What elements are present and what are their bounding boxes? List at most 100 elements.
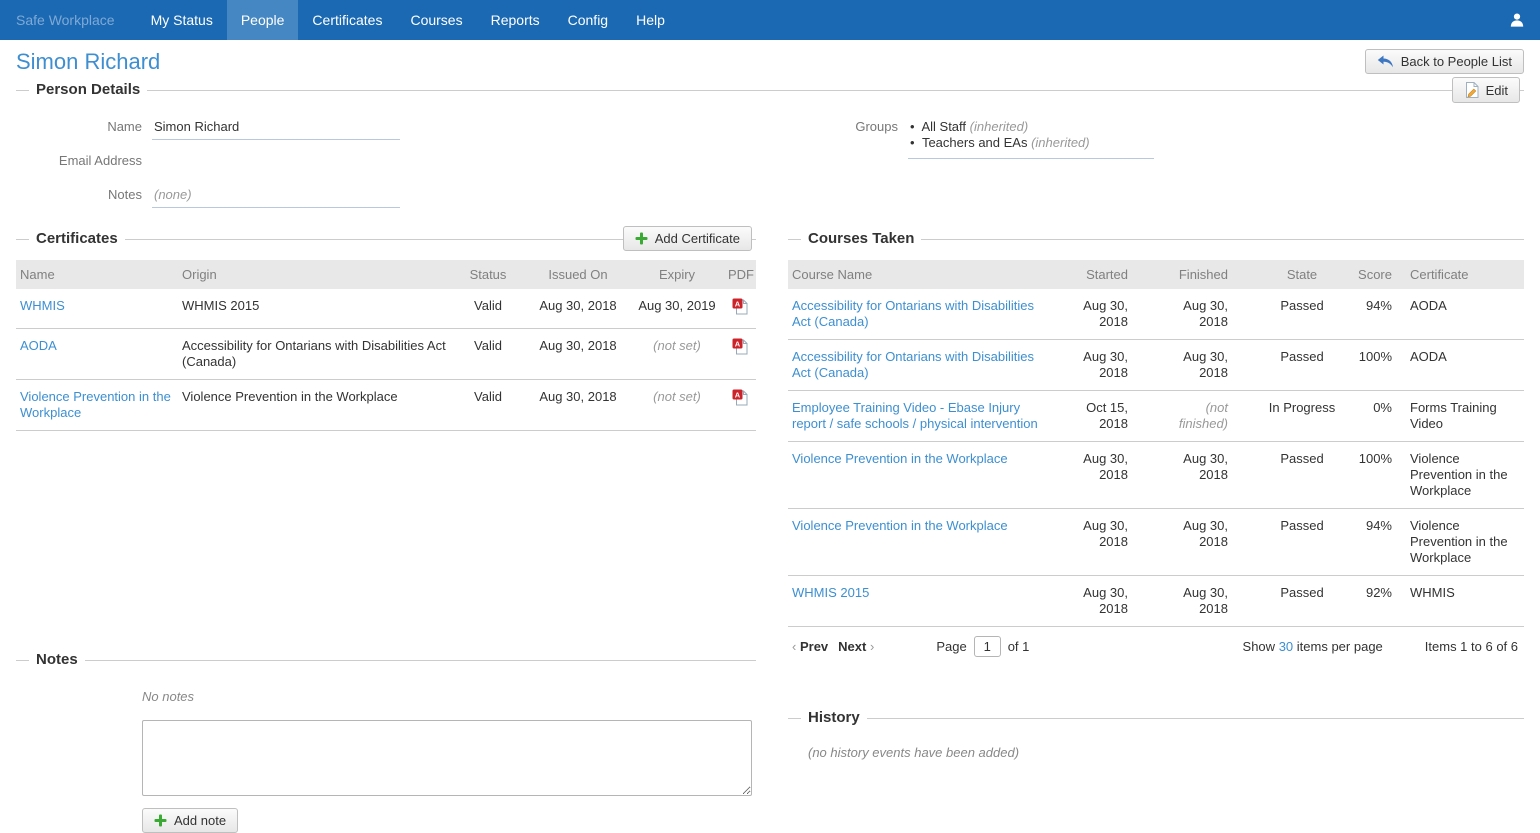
back-to-people-list-button[interactable]: Back to People List [1364,49,1524,74]
certificate-row: WHMIS WHMIS 2015 Valid Aug 30, 2018 Aug … [16,289,756,329]
status-cell: Valid [450,379,526,431]
score-cell: 92% [1350,575,1406,627]
person-details-form: Name Simon Richard Email Address Notes (… [16,116,756,218]
items-per-page: Show 30 items per page [1242,639,1383,654]
certificate-link[interactable]: AODA [20,338,57,353]
left-column: Certificates Add Certificate Name Origin… [16,226,756,833]
col-course-name: Course Name [788,260,1053,289]
pdf-icon[interactable]: A [732,298,748,315]
pdf-cell: A [724,379,756,431]
started-cell: Aug 30, 2018 [1053,289,1150,340]
score-cell: 100% [1350,441,1406,509]
add-certificate-button[interactable]: Add Certificate [622,226,752,251]
person-details-section: Person Details Edit Name Simon Richard E… [0,77,1540,224]
finished-cell: Aug 30, 2018 [1150,441,1254,509]
name-label: Name [107,119,142,134]
certificate-name-cell: AODA [16,328,178,380]
course-name-cell: WHMIS 2015 [788,575,1053,627]
items-range-label: Items 1 to 6 of 6 [1424,639,1518,654]
notes-legend: Notes [29,651,85,668]
finished-cell: (not finished) [1150,390,1254,442]
nav-item-my-status[interactable]: My Status [137,0,227,40]
finished-cell: Aug 30, 2018 [1150,289,1254,340]
course-link[interactable]: Employee Training Video - Ebase Injury r… [792,400,1038,431]
pdf-cell: A [724,289,756,329]
certificate-row: AODA Accessibility for Ontarians with Di… [16,328,756,380]
certificates-section: Certificates Add Certificate Name Origin… [16,226,756,431]
nav-item-courses[interactable]: Courses [396,0,476,40]
history-section: History (no history events have been add… [788,705,1524,760]
origin-cell: Violence Prevention in the Workplace [178,379,450,431]
nav-item-certificates[interactable]: Certificates [298,0,396,40]
add-note-button[interactable]: Add note [142,808,239,833]
started-cell: Aug 30, 2018 [1053,441,1150,509]
course-name-cell: Accessibility for Ontarians with Disabil… [788,289,1053,340]
col-status: Status [450,260,526,289]
page-of-label: of 1 [1007,639,1030,654]
certificate-cell: Violence Prevention in the Workplace [1406,441,1524,509]
svg-text:A: A [735,299,741,308]
prev-page-button[interactable]: ‹ Prev [792,639,828,654]
expiry-cell: (not set) [630,328,724,380]
certificates-table: Name Origin Status Issued On Expiry PDF … [16,260,756,431]
expiry-cell: Aug 30, 2019 [630,289,724,329]
courses-table: Course Name Started Finished State Score… [788,260,1524,627]
nav-item-reports[interactable]: Reports [477,0,554,40]
pdf-icon[interactable]: A [732,389,748,406]
next-page-button[interactable]: Next › [838,639,874,654]
page-label: Page [936,639,967,654]
courses-taken-section: Courses Taken Course Name Started Finish… [788,226,1524,663]
certificate-name-cell: WHMIS [16,289,178,329]
started-cell: Aug 30, 2018 [1053,508,1150,576]
groups-label: Groups [855,119,898,134]
pdf-cell: A [724,328,756,380]
page-title: Simon Richard [16,49,161,74]
course-link[interactable]: Accessibility for Ontarians with Disabil… [792,349,1034,380]
group-name: Teachers and EAs [921,135,1028,150]
status-cell: Valid [450,328,526,380]
divider [16,660,756,661]
brand[interactable]: Safe Workplace [0,0,131,40]
right-column: Courses Taken Course Name Started Finish… [788,226,1524,833]
score-cell: 0% [1350,390,1406,442]
courses-header-row: Course Name Started Finished State Score… [788,260,1524,289]
nav-item-config[interactable]: Config [554,0,622,40]
courses-pagination: ‹ Prev Next › Page of 1 Show 30 items pe… [788,627,1524,663]
note-textarea[interactable] [142,720,752,796]
pdf-icon[interactable]: A [732,338,748,355]
email-label: Email Address [58,153,142,168]
col-certificate: Certificate [1406,260,1524,289]
certificate-cell: AODA [1406,289,1524,340]
certificate-link[interactable]: WHMIS [20,298,65,313]
col-state: State [1254,260,1350,289]
notes-value: (none) [152,184,400,208]
page-number-input[interactable] [973,636,1001,657]
user-account-icon[interactable] [1494,0,1540,40]
history-legend: History [801,709,867,726]
svg-text:A: A [735,339,741,348]
course-link[interactable]: Violence Prevention in the Workplace [792,518,1008,533]
status-cell: Valid [450,289,526,329]
per-page-link[interactable]: 30 [1279,639,1293,654]
divider [788,718,1524,719]
score-cell: 100% [1350,339,1406,391]
certificates-header-row: Name Origin Status Issued On Expiry PDF [16,260,756,289]
course-row: Violence Prevention in the Workplace Aug… [788,441,1524,509]
no-notes-text: No notes [142,689,195,704]
state-cell: Passed [1254,575,1350,627]
state-cell: Passed [1254,508,1350,576]
notes-section: Notes No notes Add note [16,647,756,833]
svg-text:A: A [735,390,741,399]
groups-list: • All Staff (inherited) • Teachers and E… [908,116,1154,159]
course-link[interactable]: WHMIS 2015 [792,585,869,600]
certificate-cell: WHMIS [1406,575,1524,627]
score-cell: 94% [1350,289,1406,340]
edit-button[interactable]: Edit [1451,77,1520,103]
nav-item-help[interactable]: Help [622,0,679,40]
plus-icon [635,232,648,245]
course-link[interactable]: Violence Prevention in the Workplace [792,451,1008,466]
nav-item-people[interactable]: People [226,0,299,40]
certificate-link[interactable]: Violence Prevention in the Workplace [20,389,171,420]
notes-label: Notes [108,187,142,202]
course-link[interactable]: Accessibility for Ontarians with Disabil… [792,298,1034,329]
